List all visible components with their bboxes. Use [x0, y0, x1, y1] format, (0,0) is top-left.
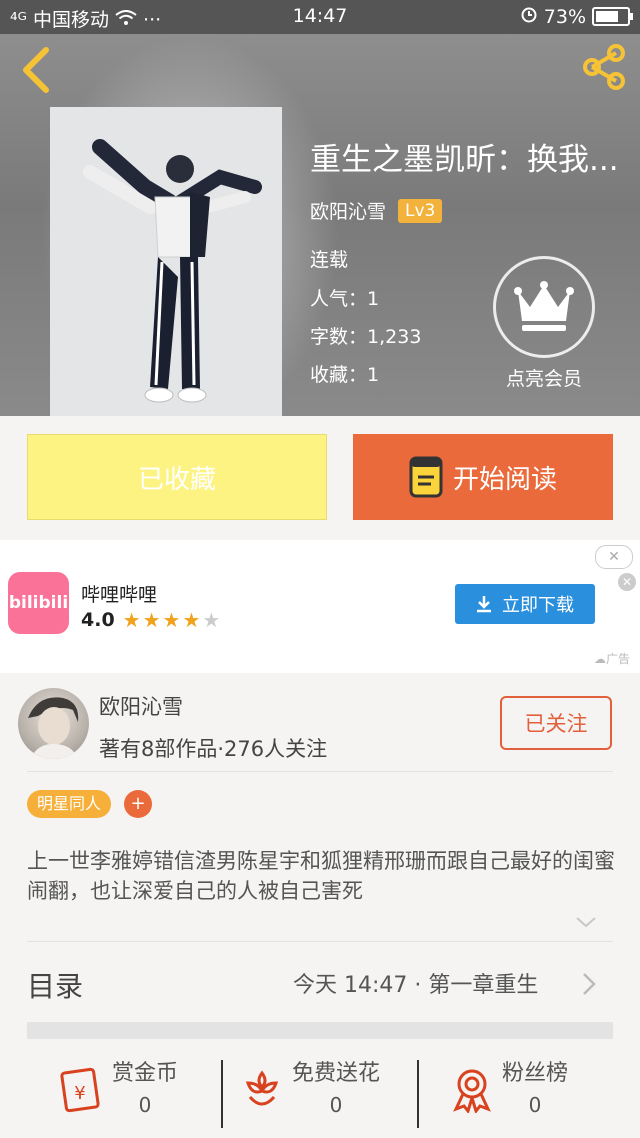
reward-coins-button[interactable]: ¥ 赏金币 0	[58, 1055, 178, 1135]
book-header: 重生之墨凯昕：换我... 欧阳沁雪 Lv3 连载 人气：1 字数：1,233 收…	[0, 34, 640, 416]
ad-download-button[interactable]: 立即下载	[455, 584, 595, 624]
star-icon: ★	[162, 608, 181, 632]
ad-dismiss-icon[interactable]: ✕	[618, 573, 636, 591]
share-icon	[583, 44, 625, 90]
start-reading-label: 开始阅读	[452, 464, 557, 495]
ad-download-label: 立即下载	[502, 595, 574, 616]
vip-circle	[493, 256, 595, 358]
chevron-right-icon	[580, 970, 598, 998]
book-icon	[409, 456, 443, 498]
toc-latest-chapter: 今天 14:47 · 第一章重生	[293, 973, 539, 998]
favorites-label: 收藏：	[310, 364, 368, 386]
cloud-icon: ☁	[593, 652, 606, 666]
download-icon	[477, 596, 491, 613]
words-label: 字数：	[310, 326, 368, 348]
ad-rating: 4.0 ★ ★ ★ ★ ★	[81, 608, 220, 632]
follow-button[interactable]: 已关注	[500, 696, 612, 750]
star-icon: ★	[202, 608, 221, 632]
send-flowers-count: 0	[329, 1093, 343, 1117]
ad-mark-label: 广告	[605, 652, 630, 666]
divider	[27, 941, 613, 942]
favorited-label: 已收藏	[137, 464, 216, 495]
divider	[221, 1060, 223, 1128]
avatar-image	[28, 697, 79, 759]
chevron-down-icon	[576, 917, 596, 928]
crown-icon	[514, 281, 574, 331]
vip-label: 点亮会员	[505, 368, 582, 390]
words-value: 1,233	[367, 326, 422, 348]
send-flowers-button[interactable]: 免费送花 0	[242, 1055, 380, 1135]
divider	[27, 771, 613, 772]
ad-app-name: 哔哩哔哩	[81, 584, 158, 606]
book-favorites: 收藏：1	[310, 360, 379, 387]
red-envelope-icon: ¥	[60, 1067, 100, 1113]
ad-logo-text: bilibili	[8, 593, 69, 613]
status-right: 73%	[520, 5, 633, 28]
book-description: 上一世李雅婷错信渣男陈星宇和狐狸精邢珊而跟自己最好的闺蜜闹翻，也让深爱自己的人被…	[27, 849, 615, 903]
book-author[interactable]: 欧阳沁雪	[310, 197, 386, 224]
popularity-label: 人气：	[310, 288, 368, 310]
star-rating: ★ ★ ★ ★ ★	[121, 608, 221, 632]
ad-rating-value: 4.0	[81, 609, 115, 631]
divider	[417, 1060, 419, 1128]
book-cover[interactable]	[50, 107, 282, 416]
battery-icon	[592, 7, 633, 26]
battery-percent: 73%	[543, 5, 586, 28]
toc-label: 目录	[27, 970, 84, 1003]
favorites-value: 1	[367, 364, 380, 386]
fan-ranking-button[interactable]: 粉丝榜 0	[450, 1055, 568, 1135]
ad-mark: ☁广告	[594, 650, 630, 667]
book-words: 字数：1,233	[310, 322, 421, 349]
flower-icon	[245, 1070, 279, 1106]
expand-button[interactable]	[574, 912, 598, 932]
favorited-button[interactable]: 已收藏	[27, 434, 327, 520]
back-button[interactable]	[16, 44, 56, 94]
book-title: 重生之墨凯昕：换我...	[310, 142, 619, 178]
ad-banner[interactable]: bilibili 哔哩哔哩 4.0 ★ ★ ★ ★ ★ 立即下载 ✕ ✕ ☁广告	[0, 540, 640, 673]
author-stats: 著有8部作品·276人关注	[99, 737, 328, 761]
bilibili-logo-icon: bilibili	[8, 572, 69, 634]
vip-button[interactable]: 点亮会员	[493, 256, 595, 391]
chevron-left-icon	[23, 47, 49, 93]
star-icon: ★	[142, 608, 161, 632]
reward-coins-count: 0	[138, 1093, 152, 1117]
level-badge: Lv3	[398, 198, 443, 223]
section-spacer	[27, 1022, 613, 1039]
alarm-icon	[520, 5, 538, 28]
star-icon: ★	[122, 608, 141, 632]
popularity-value: 1	[367, 288, 380, 310]
share-button[interactable]	[580, 42, 628, 92]
author-name[interactable]: 欧阳沁雪	[99, 691, 183, 721]
book-state: 连载	[310, 249, 349, 271]
reward-coins-label: 赏金币	[112, 1061, 179, 1086]
svg-text:¥: ¥	[74, 1083, 85, 1104]
medal-icon	[453, 1069, 491, 1113]
book-popularity: 人气：1	[310, 284, 379, 311]
follow-label: 已关注	[524, 712, 588, 736]
add-tag-button[interactable]: +	[124, 790, 152, 818]
ad-close-button[interactable]: ✕	[595, 545, 633, 569]
genre-tag[interactable]: 明星同人	[27, 790, 112, 818]
send-flowers-label: 免费送花	[292, 1061, 381, 1086]
start-reading-button[interactable]: 开始阅读	[353, 434, 613, 520]
fan-ranking-label: 粉丝榜	[502, 1061, 569, 1086]
book-author-row: 欧阳沁雪 Lv3	[310, 197, 443, 224]
author-avatar[interactable]	[18, 688, 89, 759]
star-icon: ★	[182, 608, 201, 632]
status-bar: ⁴ᴳ 中国移动 ··· 14:47 73%	[0, 0, 640, 34]
fan-ranking-count: 0	[528, 1093, 542, 1117]
cover-image	[50, 107, 282, 416]
